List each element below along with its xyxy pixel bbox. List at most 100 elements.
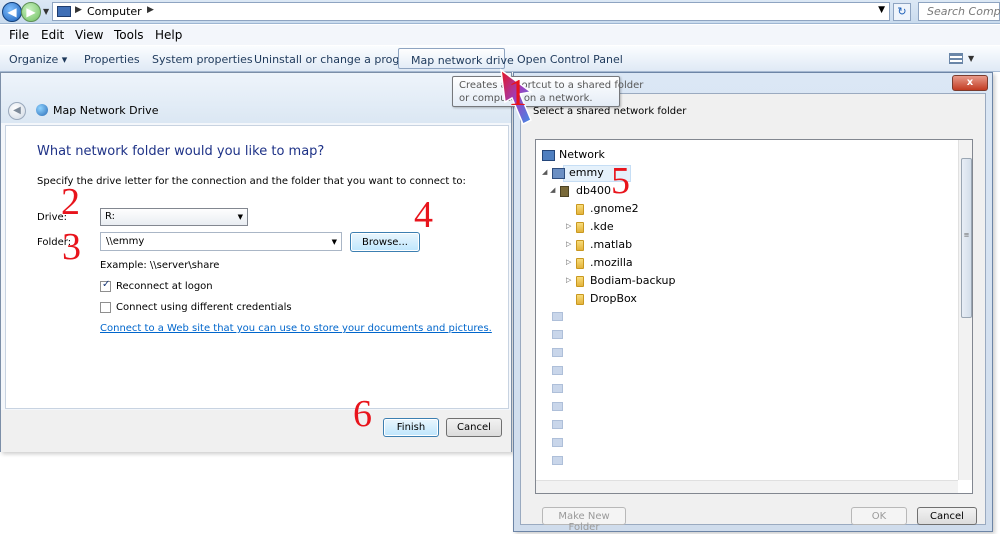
menu-edit[interactable]: Edit: [41, 28, 64, 42]
browse-cancel-label: Cancel: [930, 511, 964, 522]
step-4-label: 4: [414, 194, 433, 236]
map-network-drive-button[interactable]: Map network drive: [398, 48, 514, 69]
dialog-back-button[interactable]: ◀: [8, 102, 26, 120]
refresh-button[interactable]: ↻: [893, 3, 911, 21]
computer-icon: [552, 366, 563, 375]
properties-button[interactable]: Properties: [84, 53, 140, 66]
dialog-heading: What network folder would you like to ma…: [37, 144, 325, 159]
browse-for-folder-dialog: x Select a shared network folder Network…: [513, 72, 993, 533]
horizontal-scrollbar[interactable]: [536, 480, 958, 493]
menu-file[interactable]: File: [9, 28, 29, 42]
vertical-scrollbar[interactable]: ≡: [958, 140, 972, 480]
computer-icon: [552, 456, 563, 465]
credentials-label[interactable]: Connect using different credentials: [116, 302, 292, 313]
tree-label-folder: .gnome2: [590, 202, 639, 215]
grip-icon: ≡: [963, 231, 970, 239]
scrollbar-thumb[interactable]: ≡: [961, 158, 972, 318]
browse-dialog-client: Select a shared network folder Network ◢…: [520, 93, 986, 533]
step-1-label: 1: [508, 72, 527, 114]
finish-label: Finish: [396, 422, 426, 433]
finish-button[interactable]: Finish: [383, 418, 439, 437]
menu-help[interactable]: Help: [155, 28, 182, 42]
browse-cancel-button[interactable]: Cancel: [917, 507, 977, 525]
tree-label-folder: .matlab: [590, 238, 633, 251]
folder-example: Example: \\server\share: [100, 260, 220, 271]
address-bar: ◀ ▶ ▼ ▶ Computer ▶ ▼ ↻ Search Comp: [0, 0, 1000, 24]
back-arrow-icon: ◀: [7, 5, 17, 19]
breadcrumb-chevron-icon[interactable]: ▶: [75, 5, 82, 15]
folder-icon: [576, 204, 584, 215]
computer-icon: [552, 438, 563, 447]
expanded-arrow-icon[interactable]: ◢: [550, 186, 555, 194]
address-dropdown-icon[interactable]: ▼: [878, 5, 885, 15]
breadcrumb-computer[interactable]: Computer: [87, 5, 142, 18]
folder-icon: [576, 258, 584, 269]
browse-instruction: Select a shared network folder: [533, 106, 687, 117]
step-6-label: 6: [353, 393, 372, 435]
menu-view[interactable]: View: [75, 28, 103, 42]
credentials-checkbox[interactable]: [100, 302, 111, 313]
refresh-icon: ↻: [897, 5, 907, 18]
organize-button[interactable]: Organize ▾: [9, 53, 67, 66]
network-icon: [542, 150, 555, 161]
search-input[interactable]: Search Comp: [918, 2, 1000, 21]
back-button[interactable]: ◀: [2, 2, 22, 22]
checkmark-icon: ✓: [102, 279, 111, 290]
view-dropdown-icon[interactable]: ▼: [968, 54, 974, 63]
chevron-down-icon[interactable]: ▼: [332, 238, 337, 246]
folder-icon: [576, 276, 584, 287]
forward-button[interactable]: ▶: [21, 2, 41, 22]
step-2-label: 2: [61, 181, 80, 223]
tree-label-folder: Bodiam-backup: [590, 274, 676, 287]
tree-label-folder: .kde: [590, 220, 614, 233]
drive-letter-select[interactable]: R: ▼: [100, 208, 248, 226]
tree-label-emmy: emmy: [569, 166, 604, 179]
collapsed-arrow-icon[interactable]: ▷: [566, 222, 571, 230]
dialog-titlebar: ◀ Map Network Drive: [1, 73, 511, 123]
collapsed-arrow-icon[interactable]: ▷: [566, 276, 571, 284]
make-new-folder-button[interactable]: Make New Folder: [542, 507, 626, 533]
computer-icon: [552, 384, 563, 393]
history-dropdown-icon[interactable]: ▼: [43, 7, 49, 16]
dialog-title: Map Network Drive: [53, 104, 159, 117]
computer-icon: [57, 6, 71, 17]
uninstall-program-button[interactable]: Uninstall or change a program: [254, 53, 421, 66]
collapsed-arrow-icon[interactable]: ▷: [566, 258, 571, 266]
system-properties-button[interactable]: System properties: [152, 53, 253, 66]
collapsed-arrow-icon[interactable]: ▷: [566, 240, 571, 248]
reconnect-label[interactable]: Reconnect at logon: [116, 281, 213, 292]
address-box[interactable]: ▶ Computer ▶ ▼: [52, 2, 890, 21]
computer-icon: [552, 402, 563, 411]
menu-tools[interactable]: Tools: [114, 28, 144, 42]
reconnect-checkbox[interactable]: ✓: [100, 279, 111, 292]
expanded-arrow-icon[interactable]: ◢: [542, 168, 547, 176]
ok-label: OK: [871, 511, 887, 522]
menu-bar: File Edit View Tools Help: [0, 25, 1000, 45]
network-drive-icon: [560, 186, 569, 197]
breadcrumb-chevron-icon[interactable]: ▶: [147, 5, 154, 15]
browse-label: Browse...: [362, 237, 408, 248]
computer-icon: [552, 168, 565, 179]
view-options-icon[interactable]: [949, 53, 963, 64]
folder-path-input[interactable]: \\emmy ▼: [100, 232, 342, 251]
close-button[interactable]: x: [952, 75, 988, 91]
tree-label-folder: DropBox: [590, 292, 637, 305]
dialog-description: Specify the drive letter for the connect…: [37, 176, 466, 187]
browse-button[interactable]: Browse...: [350, 232, 420, 252]
web-site-link[interactable]: Connect to a Web site that you can use t…: [100, 323, 492, 334]
tree-label-network: Network: [559, 148, 605, 161]
folder-path-value: \\emmy: [106, 236, 145, 247]
folder-icon: [576, 222, 584, 233]
tree-label-db400: db400: [576, 184, 611, 197]
network-drive-icon: [36, 104, 48, 116]
make-new-folder-label: Make New Folder: [558, 511, 610, 533]
step-5-label: 5: [611, 160, 630, 202]
search-placeholder: Search Comp: [927, 5, 1000, 18]
folder-icon: [576, 294, 584, 305]
tree-label-folder: .mozilla: [590, 256, 633, 269]
folder-tree[interactable]: Network ◢ emmy ◢ db400 .gnome2 ▷ .kde ▷ …: [535, 139, 973, 494]
cancel-label: Cancel: [457, 422, 491, 433]
cancel-button[interactable]: Cancel: [446, 418, 502, 437]
ok-button[interactable]: OK: [851, 507, 907, 525]
forward-arrow-icon: ▶: [26, 5, 36, 19]
